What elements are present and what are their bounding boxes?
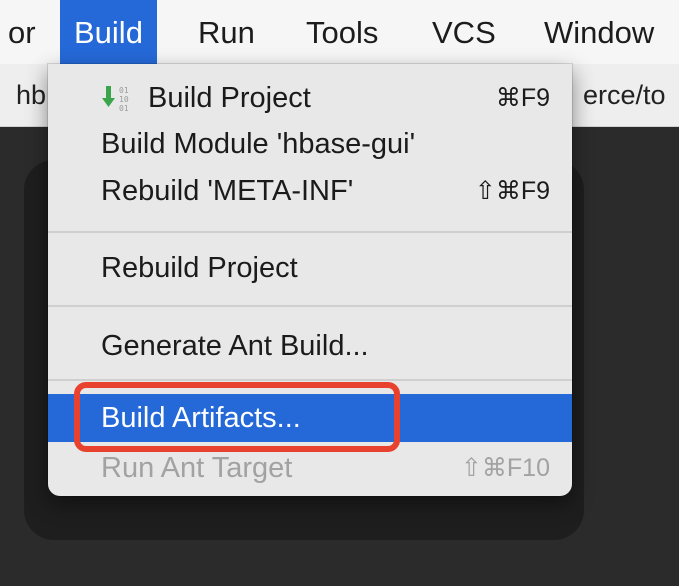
svg-text:01: 01 bbox=[119, 86, 129, 95]
svg-text:01: 01 bbox=[119, 104, 129, 113]
menu-build[interactable]: Build bbox=[60, 0, 157, 64]
svg-text:10: 10 bbox=[119, 95, 129, 104]
breadcrumb-left[interactable]: hb bbox=[16, 64, 46, 126]
menu-item-label: Run Ant Target bbox=[101, 452, 293, 484]
menu-item-build-project[interactable]: 01 10 01 Build Project ⌘F9 bbox=[48, 74, 572, 122]
menu-item-label: Generate Ant Build... bbox=[101, 330, 369, 362]
menu-separator bbox=[48, 305, 572, 307]
menu-editor[interactable]: or bbox=[2, 0, 42, 64]
menu-separator bbox=[48, 231, 572, 233]
menu-item-generate-ant-build[interactable]: Generate Ant Build... bbox=[48, 322, 572, 370]
menu-item-label: Rebuild 'META-INF' bbox=[101, 175, 354, 207]
shortcut-label: ⇧⌘F9 bbox=[474, 177, 550, 205]
menu-separator bbox=[48, 379, 572, 381]
build-project-icon: 01 10 01 bbox=[102, 86, 129, 113]
menu-item-label: Build Module 'hbase-gui' bbox=[101, 128, 416, 160]
menu-item-rebuild-meta-inf[interactable]: Rebuild 'META-INF' ⇧⌘F9 bbox=[48, 167, 572, 215]
menu-run[interactable]: Run bbox=[188, 0, 265, 64]
menu-item-build-module[interactable]: Build Module 'hbase-gui' bbox=[48, 120, 572, 168]
shortcut-label: ⌘F9 bbox=[495, 84, 550, 112]
menu-tools[interactable]: Tools bbox=[296, 0, 388, 64]
menu-item-rebuild-project[interactable]: Rebuild Project bbox=[48, 244, 572, 292]
menu-item-label: Build Project bbox=[148, 82, 311, 114]
menu-window[interactable]: Window bbox=[534, 0, 664, 64]
breadcrumb-right[interactable]: erce/to bbox=[583, 64, 666, 126]
menu-bar: or Build Run Tools VCS Window bbox=[0, 0, 679, 64]
menu-item-label: Rebuild Project bbox=[101, 252, 298, 284]
shortcut-label: ⇧⌘F10 bbox=[460, 454, 550, 482]
highlight-callout-box bbox=[74, 382, 400, 452]
menu-vcs[interactable]: VCS bbox=[422, 0, 506, 64]
